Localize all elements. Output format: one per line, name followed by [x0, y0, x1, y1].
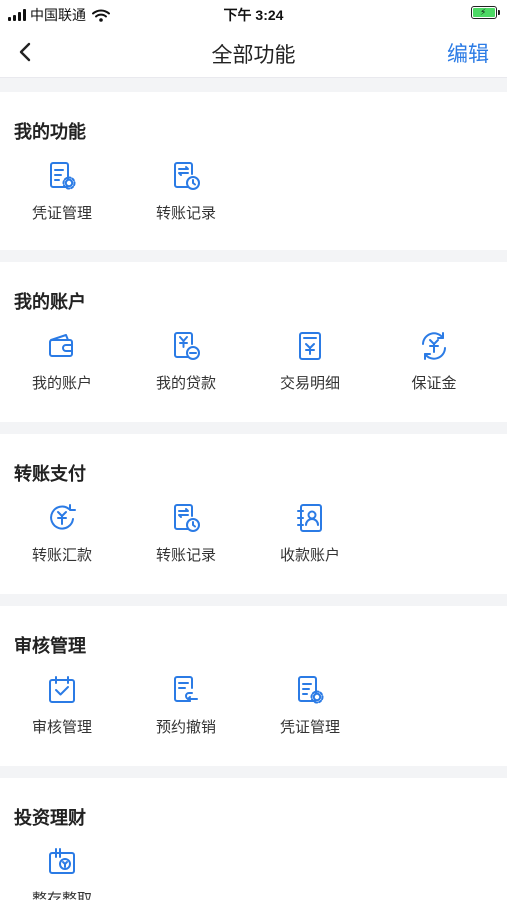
- yen-refresh-icon: [422, 332, 446, 360]
- page-title: 全部功能: [211, 44, 296, 67]
- calendar-check-icon: [49, 676, 75, 703]
- signal-icon: [8, 9, 26, 21]
- item-label: 转账汇款: [31, 547, 92, 564]
- doc-undo-icon: [174, 676, 198, 702]
- function-item[interactable]: 保证金: [372, 330, 496, 393]
- function-item[interactable]: 我的账户: [0, 330, 124, 393]
- function-item[interactable]: 凭证管理: [0, 160, 124, 223]
- item-label: 交易明细: [279, 375, 340, 392]
- status-bar: 中国联通 下午 3:24 ⚡: [0, 0, 507, 26]
- section-title: 我的账户: [14, 292, 86, 312]
- transfer-record-icon: [174, 162, 200, 190]
- nav-bar: 全部功能 编辑: [0, 26, 507, 78]
- section-investment: 投资理财 整存整取: [0, 778, 507, 900]
- function-item[interactable]: 转账汇款: [0, 502, 124, 565]
- item-label: 整存整取: [31, 891, 92, 900]
- item-label: 转账记录: [155, 547, 216, 564]
- function-item[interactable]: 整存整取: [0, 846, 124, 900]
- item-label: 收款账户: [279, 547, 340, 564]
- back-icon[interactable]: [14, 40, 38, 64]
- section-my-functions: 我的功能 凭证管理 转账记录: [0, 92, 507, 250]
- function-item[interactable]: 凭证管理: [248, 674, 372, 737]
- function-item[interactable]: 转账记录: [124, 502, 248, 565]
- receipt-yen-icon: [299, 332, 321, 360]
- section-my-account: 我的账户 我的账户 我的贷款 交易明细 保证金: [0, 262, 507, 422]
- status-left: 中国联通: [8, 5, 110, 25]
- section-title: 审核管理: [14, 636, 86, 656]
- carrier-label: 中国联通: [30, 7, 86, 23]
- function-item[interactable]: 我的贷款: [124, 330, 248, 393]
- function-item[interactable]: 收款账户: [248, 502, 372, 565]
- section-title: 投资理财: [14, 808, 86, 828]
- function-item[interactable]: 交易明细: [248, 330, 372, 393]
- section-title: 转账支付: [14, 464, 86, 484]
- yen-circle-icon: [50, 504, 76, 530]
- item-label: 转账记录: [155, 205, 216, 222]
- doc-gear-icon: [50, 162, 76, 190]
- item-label: 凭证管理: [279, 719, 340, 736]
- transfer-record-icon: [174, 504, 200, 532]
- item-label: 预约撤销: [155, 719, 216, 736]
- item-label: 我的账户: [31, 375, 92, 392]
- item-label: 审核管理: [31, 719, 92, 736]
- edit-button[interactable]: 编辑: [447, 38, 489, 68]
- doc-gear-icon: [298, 676, 324, 704]
- function-item[interactable]: 转账记录: [124, 160, 248, 223]
- wifi-icon: [92, 9, 110, 22]
- battery-icon: ⚡: [471, 6, 500, 19]
- section-title: 我的功能: [14, 122, 86, 142]
- item-label: 我的贷款: [155, 375, 216, 392]
- function-item[interactable]: 审核管理: [0, 674, 124, 737]
- section-review-management: 审核管理 审核管理 预约撤销 凭证管理: [0, 606, 507, 766]
- deposit-icon: [49, 848, 75, 874]
- item-label: 凭证管理: [31, 205, 92, 222]
- loan-icon: [174, 332, 200, 360]
- function-item[interactable]: 预约撤销: [124, 674, 248, 737]
- item-label: 保证金: [411, 375, 457, 392]
- wallet-icon: [49, 334, 73, 357]
- contact-card-icon: [297, 504, 322, 532]
- section-transfer-payment: 转账支付 转账汇款 转账记录 收款账户: [0, 434, 507, 594]
